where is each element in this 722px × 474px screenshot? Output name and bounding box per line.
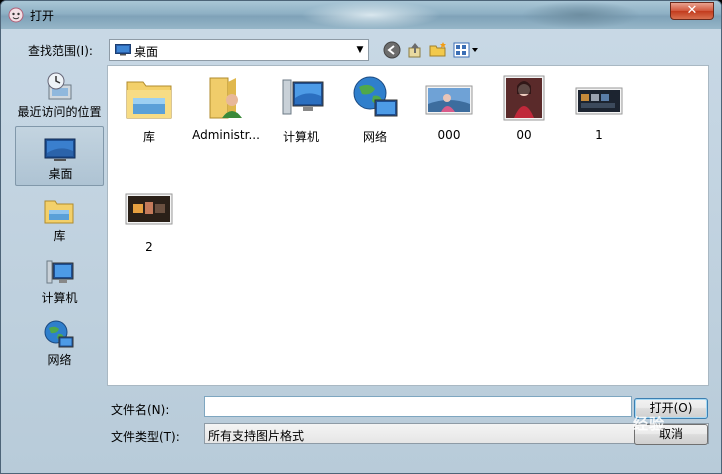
place-label: 桌面 — [48, 167, 73, 181]
computer-icon — [46, 260, 74, 284]
file-name-input[interactable] — [204, 396, 632, 417]
place-libraries[interactable]: 库 — [15, 189, 104, 249]
user-folder-icon — [209, 77, 242, 119]
desktop-icon — [115, 44, 131, 56]
chevron-down-icon[interactable]: ▼ — [352, 40, 368, 60]
up-folder-icon[interactable] — [406, 41, 424, 59]
file-item[interactable]: 00 — [488, 68, 560, 148]
place-network[interactable]: 网络 — [15, 313, 104, 373]
place-label: 库 — [53, 229, 66, 243]
watermark: 经验 — [633, 415, 666, 433]
close-icon: ✕ — [686, 3, 698, 18]
app-icon — [8, 7, 24, 23]
title-bar[interactable]: 打开 ✕ — [1, 1, 721, 29]
file-name-label: 文件名(N): — [111, 403, 170, 417]
image-thumbnail-icon — [425, 85, 473, 115]
network-icon — [353, 76, 398, 117]
look-in-value: 桌面 — [134, 45, 159, 59]
look-in-dropdown[interactable]: 桌面 ▼ — [109, 39, 369, 61]
libraries-icon — [44, 200, 74, 224]
file-list[interactable]: 库 Administr... 计算机 网络 000 00 1 2 — [107, 65, 709, 386]
file-label: 库 — [142, 130, 155, 144]
computer-icon — [282, 79, 324, 115]
file-label: 2 — [145, 240, 153, 254]
file-item[interactable]: 1 — [563, 68, 635, 148]
file-type-value: 所有支持图片格式 — [208, 429, 305, 443]
desktop-icon — [44, 138, 76, 161]
new-folder-icon[interactable] — [429, 41, 447, 59]
window-title: 打开 — [30, 9, 55, 23]
place-label: 最近访问的位置 — [17, 105, 102, 119]
image-thumbnail-icon — [575, 87, 623, 115]
titlebar-glass-highlight — [301, 1, 441, 29]
place-label: 网络 — [47, 353, 72, 367]
places-bar: 最近访问的位置 桌面 库 计算机 网络 — [15, 65, 104, 387]
look-in-label: 查找范围(I): — [28, 44, 93, 58]
network-icon — [44, 320, 74, 348]
place-label: 计算机 — [41, 291, 78, 305]
place-computer[interactable]: 计算机 — [15, 251, 104, 311]
views-menu-icon[interactable] — [453, 41, 479, 59]
open-file-dialog: 打开 ✕ 查找范围(I): 桌面 ▼ 最近访问的位置 桌面 库 计算机 网络 库… — [0, 0, 722, 474]
recent-places-icon — [47, 72, 72, 100]
titlebar-glass-shadow — [521, 1, 641, 29]
file-item[interactable]: 库 — [113, 68, 185, 148]
image-thumbnail-icon — [503, 75, 545, 121]
image-thumbnail-icon — [125, 193, 173, 225]
file-item[interactable]: 网络 — [339, 68, 411, 148]
file-type-label: 文件类型(T): — [111, 430, 180, 444]
place-desktop[interactable]: 桌面 — [15, 126, 104, 186]
close-button[interactable]: ✕ — [670, 2, 714, 20]
file-item[interactable]: 2 — [113, 180, 185, 260]
file-label: 1 — [595, 128, 603, 142]
file-item[interactable]: Administr... — [190, 68, 262, 148]
libraries-folder-icon — [126, 81, 172, 119]
place-recent[interactable]: 最近访问的位置 — [15, 65, 104, 125]
back-icon[interactable] — [383, 41, 401, 59]
file-item[interactable]: 000 — [413, 68, 485, 148]
file-item[interactable]: 计算机 — [265, 68, 337, 148]
